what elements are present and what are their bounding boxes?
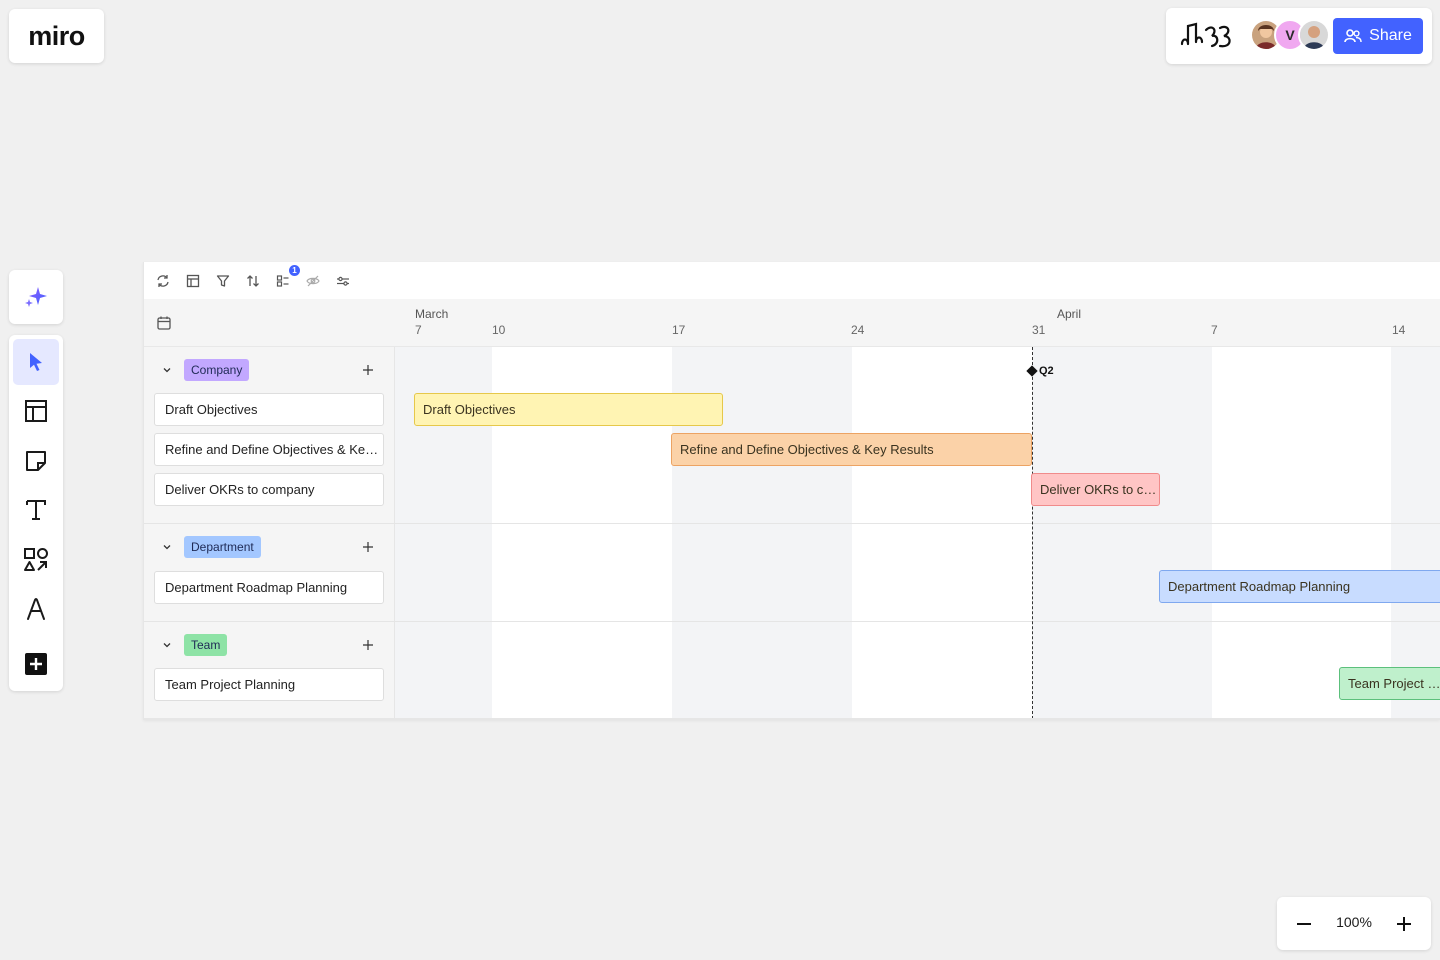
- timeline-bar[interactable]: Draft Objectives: [414, 393, 723, 426]
- day-label: 17: [672, 323, 686, 337]
- week-shade: [1032, 347, 1212, 718]
- group-divider: [144, 523, 1440, 524]
- day-label: 14: [1392, 323, 1406, 337]
- select-tool[interactable]: [13, 339, 59, 385]
- top-right-panel: V Share: [1166, 8, 1432, 64]
- plus-icon: [363, 640, 373, 650]
- timeline-header: March April 7 10 17 24 31 7 14: [144, 299, 1440, 347]
- avatar-photo-icon: [1300, 21, 1328, 49]
- row-card[interactable]: Department Roadmap Planning: [154, 571, 384, 604]
- timeline-bar[interactable]: Deliver OKRs to company: [1031, 473, 1160, 506]
- templates-tool[interactable]: [13, 388, 59, 434]
- users-icon: [1344, 29, 1362, 43]
- layout-icon: [25, 400, 47, 422]
- refresh-icon: [157, 275, 169, 287]
- filter-icon: [216, 275, 230, 287]
- chevron-down-icon: [163, 368, 171, 373]
- timeline-bar[interactable]: Department Roadmap Planning: [1159, 570, 1440, 603]
- timeline-bar[interactable]: Refine and Define Objectives & Key Resul…: [671, 433, 1032, 466]
- timeline-toolbar: 1: [144, 262, 1440, 299]
- group-button[interactable]: [274, 272, 292, 290]
- sort-button[interactable]: [244, 272, 262, 290]
- cursor-icon: [30, 353, 42, 371]
- timeline-row-headers: Company Draft Objectives Refine and Defi…: [144, 347, 395, 718]
- milestone-line: [1032, 347, 1033, 718]
- sparkle-icon: [25, 287, 47, 307]
- timeline-widget[interactable]: 1 March April 7 10 17 24 31 7 14 Company…: [143, 262, 1440, 720]
- sort-icon: [247, 275, 259, 287]
- group-icon: [276, 275, 289, 287]
- eye-off-icon: [306, 275, 320, 287]
- collapse-group-button[interactable]: [160, 638, 174, 652]
- layout-button[interactable]: [184, 272, 202, 290]
- week-shade: [1391, 347, 1440, 718]
- group-divider: [144, 621, 1440, 622]
- sliders-icon: [337, 276, 349, 286]
- plus-square-icon: [25, 653, 47, 675]
- plus-icon: [363, 542, 373, 552]
- left-toolbar: [9, 335, 63, 691]
- day-label: 7: [415, 323, 422, 337]
- miro-logo: miro: [28, 20, 85, 51]
- sticky-note-icon: [26, 451, 46, 471]
- pen-tool[interactable]: [13, 586, 59, 632]
- hide-button[interactable]: [304, 272, 322, 290]
- zoom-in-button[interactable]: [1387, 907, 1421, 941]
- reactions-icon[interactable]: [1178, 20, 1234, 52]
- row-card[interactable]: Refine and Define Objectives & Key Resul…: [154, 433, 384, 466]
- add-row-button[interactable]: [359, 361, 377, 379]
- zoom-out-button[interactable]: [1287, 907, 1321, 941]
- sticky-note-tool[interactable]: [13, 438, 59, 484]
- row-card[interactable]: Draft Objectives: [154, 393, 384, 426]
- day-label: 31: [1032, 323, 1046, 337]
- pen-icon: [27, 598, 45, 620]
- shapes-icon: [24, 548, 48, 571]
- zoom-controls: 100%: [1277, 897, 1431, 950]
- add-row-button[interactable]: [359, 636, 377, 654]
- day-label: 10: [492, 323, 506, 337]
- row-card[interactable]: Deliver OKRs to company: [154, 473, 384, 506]
- text-icon: [26, 500, 46, 520]
- group-tag-department[interactable]: Department: [184, 536, 261, 558]
- logo-box[interactable]: miro: [9, 9, 104, 63]
- group-tag-company[interactable]: Company: [184, 359, 250, 381]
- month-label: April: [1057, 307, 1082, 321]
- sync-button[interactable]: [154, 272, 172, 290]
- collaborator-avatars[interactable]: V: [1250, 19, 1332, 53]
- filter-button[interactable]: [214, 272, 232, 290]
- share-button[interactable]: Share: [1333, 18, 1423, 54]
- row-card[interactable]: Team Project Planning: [154, 668, 384, 701]
- diamond-icon: [1026, 365, 1038, 377]
- avatar[interactable]: [1298, 19, 1330, 51]
- day-label: 24: [851, 323, 865, 337]
- layout-icon: [186, 274, 200, 288]
- chevron-down-icon: [163, 643, 171, 648]
- timeline-bar[interactable]: Team Project Planning: [1339, 667, 1440, 700]
- shapes-tool[interactable]: [13, 537, 59, 583]
- avatar-initial: V: [1285, 27, 1295, 43]
- plus-icon: [1397, 917, 1411, 931]
- day-label: 7: [1211, 323, 1218, 337]
- more-tools[interactable]: [13, 641, 59, 687]
- milestone-label: Q2: [1039, 365, 1054, 377]
- share-label: Share: [1369, 27, 1412, 44]
- plus-icon: [363, 365, 373, 375]
- month-label: March: [415, 307, 449, 321]
- group-count-badge: 1: [289, 265, 300, 276]
- add-row-button[interactable]: [359, 538, 377, 556]
- chevron-down-icon: [163, 545, 171, 550]
- collapse-group-button[interactable]: [160, 540, 174, 554]
- collapse-group-button[interactable]: [160, 363, 174, 377]
- minus-icon: [1297, 923, 1311, 925]
- ai-assist-button[interactable]: [9, 270, 63, 324]
- text-tool[interactable]: [13, 487, 59, 533]
- settings-button[interactable]: [334, 272, 352, 290]
- zoom-level[interactable]: 100%: [1331, 914, 1377, 930]
- group-tag-team[interactable]: Team: [184, 634, 228, 656]
- calendar-icon[interactable]: [156, 315, 172, 331]
- milestone-marker[interactable]: Q2: [1026, 365, 1054, 377]
